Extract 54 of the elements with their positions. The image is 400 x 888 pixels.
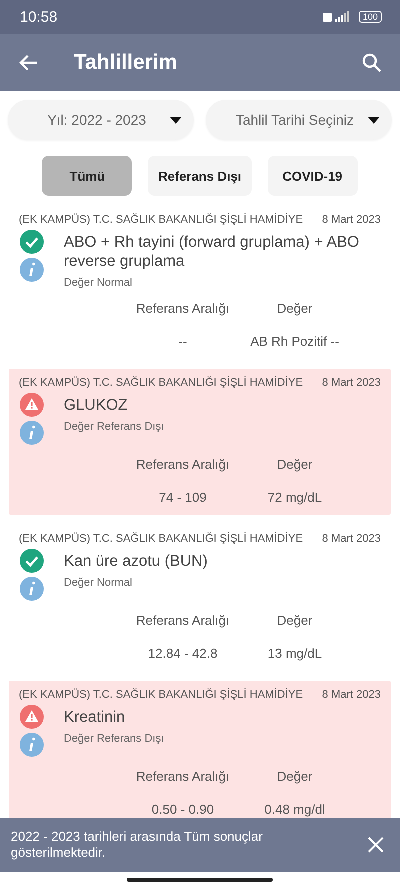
test-name: Kan üre azotu (BUN) <box>64 552 208 571</box>
result-value: 0.48 mg/dl <box>264 802 326 817</box>
dropdown-caret-icon <box>368 116 380 124</box>
reference-range: 74 - 109 <box>158 490 208 505</box>
test-name: ABO + Rh tayini (forward gruplama) + ABO reverse gruplama <box>64 233 360 271</box>
check-icon <box>20 230 44 254</box>
column-header: Değer <box>276 769 314 784</box>
reference-range: 0.50 - 0.90 <box>150 802 216 817</box>
column-header: Referans Aralığı <box>135 301 231 316</box>
info-icon[interactable] <box>20 733 44 757</box>
result-value: AB Rh Pozitif -- <box>250 334 340 349</box>
dropdown[interactable]: Yıl: 2022 - 2023 <box>8 100 194 140</box>
result-value: 72 mg/dL <box>266 490 324 505</box>
column-header: Değer <box>276 613 314 628</box>
reference-range: 12.84 - 42.8 <box>147 646 219 661</box>
status-time: 10:58 <box>20 8 58 26</box>
result-date: 8 Mart 2023 <box>322 377 381 389</box>
column-header: Değer <box>276 457 314 472</box>
hospital-name: (EK KAMPÜS) T.C. SAĞLIK BAKANLIĞI ŞİŞLİ HAMİDİYE <box>19 533 304 545</box>
column-header: Değer <box>276 301 314 316</box>
info-icon[interactable] <box>20 258 44 282</box>
result-status: Değer Normal <box>64 577 134 589</box>
filter-tab[interactable]: COVID-19 <box>268 156 358 196</box>
column-header: Referans Aralığı <box>135 769 231 784</box>
info-icon[interactable] <box>20 421 44 445</box>
test-name: Kreatinin <box>64 708 126 727</box>
battery-level: 100 <box>358 11 382 23</box>
hospital-name: (EK KAMPÜS) T.C. SAĞLIK BAKANLIĞI ŞİŞLİ HAMİDİYE <box>19 377 304 389</box>
result-date: 8 Mart 2023 <box>322 214 381 226</box>
result-status: Değer Referans Dışı <box>64 421 164 433</box>
result-value: 13 mg/dL <box>266 646 324 661</box>
filter-tab[interactable]: Tümü <box>42 156 132 196</box>
dropdown[interactable]: Tahlil Tarihi Seçiniz <box>206 100 392 140</box>
check-icon <box>20 549 44 573</box>
page-title: Tahlillerim <box>74 50 178 74</box>
test-name: GLUKOZ <box>64 396 129 415</box>
result-date: 8 Mart 2023 <box>322 689 381 701</box>
result-date: 8 Mart 2023 <box>322 533 381 545</box>
filter-tab[interactable]: Referans Dışı <box>148 156 252 196</box>
warning-icon <box>20 705 44 729</box>
dropdown-caret-icon <box>170 116 182 124</box>
hospital-name: (EK KAMPÜS) T.C. SAĞLIK BAKANLIĞI ŞİŞLİ HAMİDİYE <box>19 689 304 701</box>
hospital-name: (EK KAMPÜS) T.C. SAĞLIK BAKANLIĞI ŞİŞLİ HAMİDİYE <box>19 214 304 226</box>
info-icon[interactable] <box>20 577 44 601</box>
reference-range: -- <box>178 334 188 349</box>
column-header: Referans Aralığı <box>135 613 231 628</box>
close-icon[interactable] <box>368 837 384 853</box>
column-header: Referans Aralığı <box>135 457 231 472</box>
snackbar-message: 2022 - 2023 tarihleri arasında Tüm sonuçlar gösterilmektedir. <box>11 829 264 861</box>
search-icon[interactable] <box>362 52 382 72</box>
warning-icon <box>20 393 44 417</box>
result-status: Değer Normal <box>64 277 134 289</box>
back-arrow-icon[interactable] <box>19 52 39 72</box>
result-status: Değer Referans Dışı <box>64 733 164 745</box>
